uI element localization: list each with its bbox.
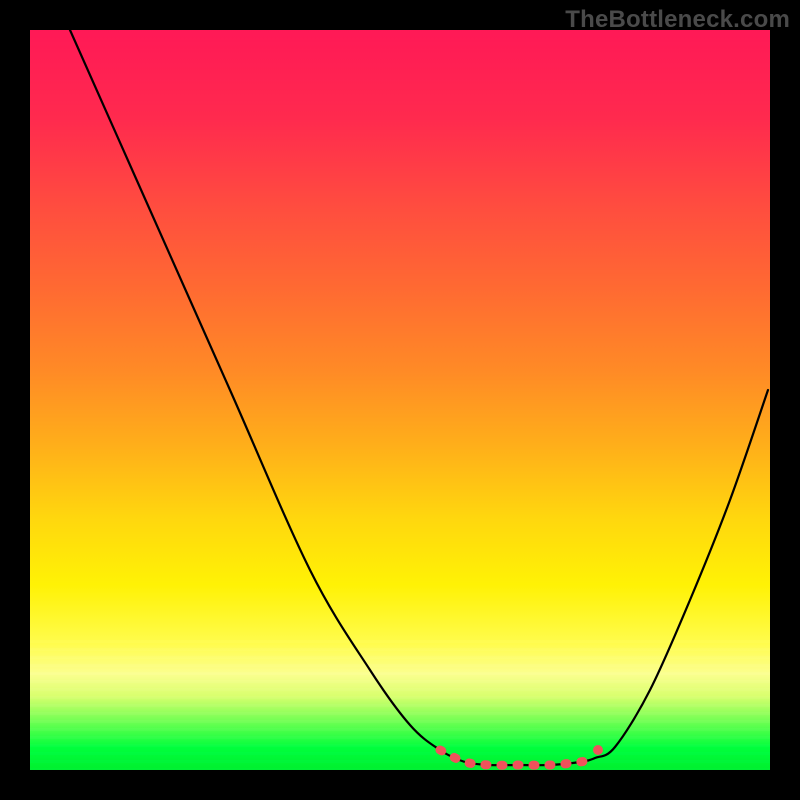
heat-gradient-background [30,30,770,770]
plot-area [30,30,770,770]
chart-stage: TheBottleneck.com [0,0,800,800]
watermark-text: TheBottleneck.com [565,6,790,34]
